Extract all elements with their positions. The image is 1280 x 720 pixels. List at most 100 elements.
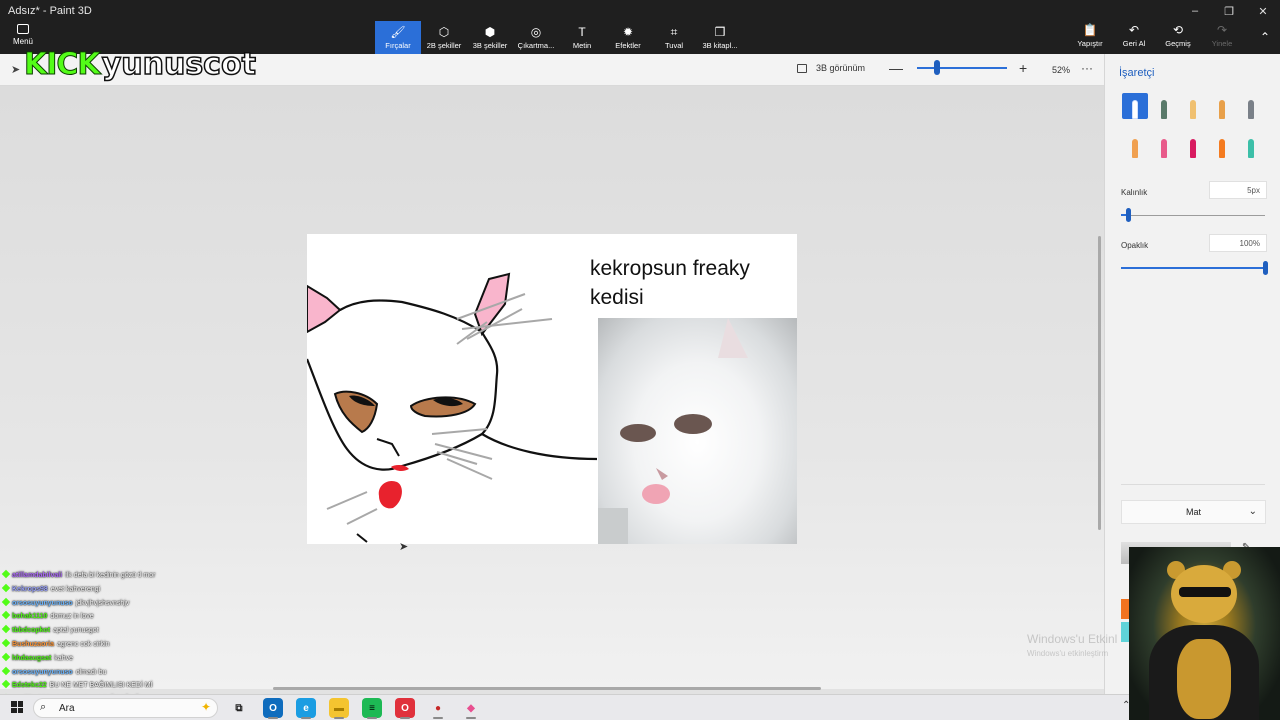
- opacity-slider-thumb[interactable]: [1262, 261, 1268, 275]
- fill-bucket-icon[interactable]: [1238, 132, 1264, 158]
- cat-tongue: [378, 480, 402, 509]
- chat-username[interactable]: bohak1110: [12, 613, 47, 620]
- chat-badge-icon: [1, 569, 11, 579]
- menu-button[interactable]: Menü: [8, 24, 38, 46]
- chat-message: Kekrops98 evet kahverengi: [1, 583, 273, 597]
- more-options-button[interactable]: ···: [1081, 61, 1093, 75]
- edge-icon[interactable]: e: [296, 698, 316, 718]
- select-cursor-icon[interactable]: ➤: [11, 63, 20, 76]
- tool-label: Yinele: [1211, 39, 1233, 48]
- tool-text[interactable]: T Metin: [559, 21, 605, 54]
- chat-username[interactable]: atillamdabilvali: [12, 572, 62, 579]
- chat-username[interactable]: orsosuyunyunuso: [12, 600, 73, 607]
- history-icon: ⟲: [1172, 23, 1184, 37]
- watercolor-icon[interactable]: [1209, 93, 1235, 119]
- tool-canvas[interactable]: ⌗ Tuval: [651, 21, 697, 54]
- cat-head-outline: [307, 299, 499, 471]
- tool-effects[interactable]: ✹ Efektler: [605, 21, 651, 54]
- tool-2d-shapes[interactable]: ⬡ 2B şekiller: [421, 21, 467, 54]
- outlook-icon[interactable]: O: [263, 698, 283, 718]
- thickness-input[interactable]: 5px: [1209, 181, 1267, 199]
- chat-username[interactable]: orsosuyunyunuso: [12, 669, 73, 676]
- zoom-in-button[interactable]: +: [1019, 60, 1027, 76]
- cat-photo[interactable]: [598, 318, 797, 544]
- running-indicator: [301, 717, 311, 719]
- calligraphy-pen-icon[interactable]: [1151, 93, 1177, 119]
- paste-icon: 📋: [1082, 23, 1098, 37]
- cat-drawing: [307, 272, 597, 543]
- window-title: Adsız* - Paint 3D: [8, 5, 92, 17]
- start-button[interactable]: [11, 701, 23, 713]
- sunglasses-icon: [1179, 587, 1231, 597]
- 3d-shapes-icon: ⬢: [484, 24, 496, 39]
- chat-message: orsosuyunyunuso olmadı bu: [1, 666, 273, 680]
- tool-brush[interactable]: 🖌 Fırçalar: [375, 21, 421, 54]
- tool-3d-shapes[interactable]: ⬢ 3B şekiller: [467, 21, 513, 54]
- finish-dropdown[interactable]: Mat ⌄: [1121, 500, 1266, 524]
- minimize-button[interactable]: –: [1178, 0, 1212, 22]
- file-explorer-icon[interactable]: ▬: [329, 698, 349, 718]
- chat-badge-icon: [1, 597, 11, 606]
- close-button[interactable]: ✕: [1246, 0, 1280, 22]
- ladybug-app-icon[interactable]: ●: [428, 698, 448, 718]
- thickness-label: Kalınlık: [1121, 188, 1148, 197]
- undo-button[interactable]: ↶ Geri Al: [1112, 23, 1156, 49]
- zoom-out-button[interactable]: —: [889, 60, 903, 76]
- ribbon-tools: 🖌 Fırçalar ⬡ 2B şekiller ⬢ 3B şekiller ◎ Çıkart…: [375, 21, 743, 54]
- chat-message: Edstekc22 BU NE MET BAĞIMLISI KEDİ Mİ: [1, 679, 273, 693]
- zoom-slider-track[interactable]: [917, 67, 1007, 69]
- pixel-pen-icon[interactable]: [1238, 93, 1264, 119]
- tool-stickers[interactable]: ◎ Çıkartma...: [513, 21, 559, 54]
- chat-username[interactable]: Kekrops98: [12, 586, 48, 593]
- tool-label: Yapıştır: [1077, 39, 1103, 48]
- view-3d-button[interactable]: 3B görünüm: [797, 63, 865, 73]
- zoom-slider-thumb[interactable]: [934, 60, 940, 75]
- chat-username[interactable]: Bushuzaoria: [12, 641, 54, 648]
- chat-message: atillamdabilvali ilk defa bi kedinin gözü…: [1, 569, 273, 583]
- opacity-label: Opaklık: [1121, 241, 1149, 250]
- sparkle-icon: ✦: [200, 700, 211, 714]
- undo-icon: ↶: [1128, 23, 1140, 37]
- spotify-icon[interactable]: ≡: [362, 698, 382, 718]
- thickness-slider-thumb[interactable]: [1125, 208, 1131, 222]
- redo-button[interactable]: ↷ Yinele: [1200, 24, 1244, 49]
- chat-badge-icon: [1, 624, 11, 634]
- tool-label: Fırçalar: [385, 40, 411, 50]
- thickness-slider-track[interactable]: [1121, 215, 1265, 216]
- 2d-shapes-icon: ⬡: [438, 24, 450, 39]
- brush-icon: 🖌: [390, 24, 406, 39]
- collapse-ribbon-icon[interactable]: ⌃: [1260, 30, 1270, 44]
- chat-username[interactable]: tbbdcopkot: [12, 627, 50, 634]
- tool-label: Efektler: [615, 40, 641, 50]
- crayon-icon[interactable]: [1180, 132, 1206, 158]
- tool-label: Geri Al: [1122, 39, 1146, 48]
- paint3d-icon[interactable]: ◆: [461, 698, 481, 718]
- window-controls: – ❐ ✕: [1178, 0, 1280, 22]
- history-button[interactable]: ⟲ Geçmiş: [1156, 23, 1200, 49]
- paste-button[interactable]: 📋 Yapıştır: [1068, 23, 1112, 49]
- chat-text: domuz in love: [50, 613, 94, 621]
- pencil-icon[interactable]: [1122, 132, 1148, 158]
- drawing-canvas[interactable]: kekropsun freaky kedisi: [307, 234, 797, 544]
- oil-brush-icon[interactable]: [1180, 93, 1206, 119]
- chat-text: kahve: [54, 654, 73, 662]
- 3d-library-icon: ❒: [714, 24, 726, 39]
- tool-3d-library[interactable]: ❒ 3B kitapl...: [697, 21, 743, 54]
- cat-left-ear: [307, 284, 342, 334]
- opera-icon[interactable]: O: [395, 698, 415, 718]
- finish-value: Mat: [1185, 507, 1201, 517]
- opacity-input[interactable]: 100%: [1209, 234, 1267, 252]
- spray-can-icon[interactable]: [1209, 132, 1235, 158]
- cat-body-line: [481, 433, 597, 461]
- running-indicator: [268, 717, 278, 719]
- eraser-icon[interactable]: [1151, 132, 1177, 158]
- chat-username[interactable]: Edstekc22: [12, 682, 47, 689]
- horizontal-scrollbar[interactable]: [273, 687, 821, 690]
- task-view-icon[interactable]: ⧉: [229, 698, 249, 718]
- taskbar-search[interactable]: ⌕ Ara ✦: [33, 698, 218, 718]
- marker-brush-icon[interactable]: [1122, 93, 1148, 119]
- restore-button[interactable]: ❐: [1212, 0, 1246, 22]
- chat-username[interactable]: hhdasugsat: [12, 655, 51, 662]
- tray-overflow-icon[interactable]: ⌃: [1122, 700, 1130, 711]
- vertical-scrollbar[interactable]: [1098, 236, 1101, 530]
